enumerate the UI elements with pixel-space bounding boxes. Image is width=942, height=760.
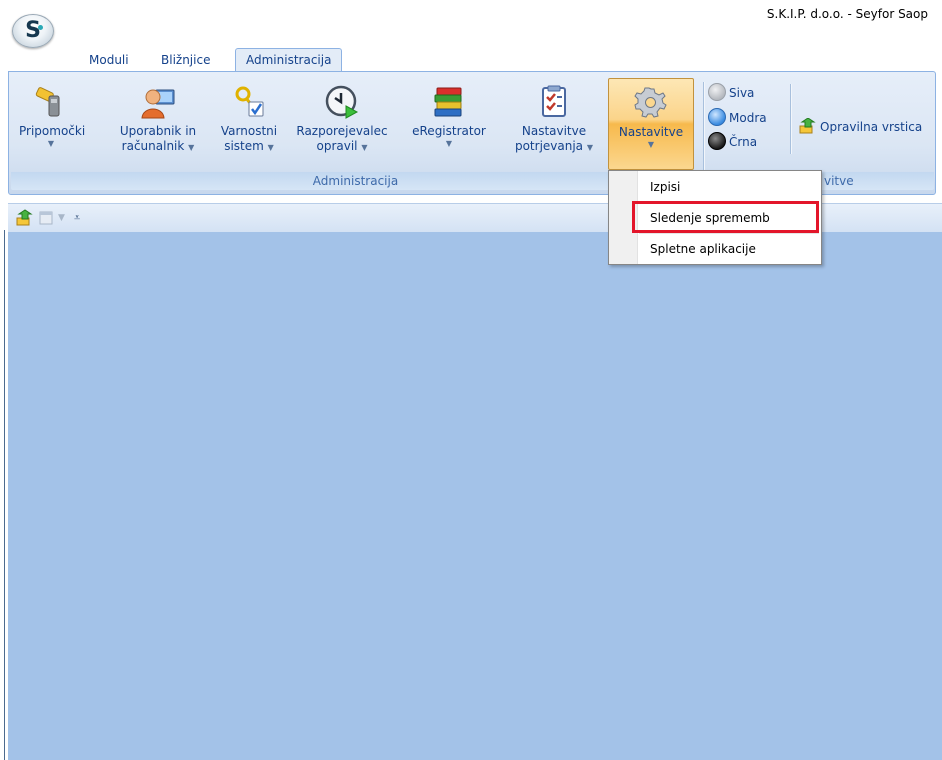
theme-modra-label: Modra bbox=[729, 111, 767, 125]
nastavitve-label: Nastavitve bbox=[618, 125, 684, 139]
application-menu-button[interactable]: S bbox=[12, 14, 54, 48]
workspace-area bbox=[8, 232, 942, 760]
chevron-down-icon: ▼ bbox=[188, 143, 195, 152]
gray-circle-icon bbox=[708, 83, 726, 101]
razporejevalec-opravil-button[interactable]: Razporejevalec opravil ▼ bbox=[294, 78, 390, 170]
nastavitve-potrjevanja-label-line1: Nastavitve bbox=[521, 124, 587, 138]
chevron-down-icon: ▼ bbox=[647, 140, 655, 149]
nastavitve-button[interactable]: Nastavitve ▼ bbox=[608, 78, 694, 170]
varnostni-sistem-button[interactable]: Varnostni sistem ▼ bbox=[216, 78, 282, 170]
gear-icon bbox=[634, 87, 667, 118]
window-icon[interactable] bbox=[38, 209, 54, 227]
razporejevalec-label-line2: opravil bbox=[316, 139, 358, 153]
window-title: S.K.I.P. d.o.o. - Seyfor Saop bbox=[766, 7, 928, 21]
nastavitve-potrjevanja-button[interactable]: Nastavitve potrjevanja ▼ bbox=[511, 78, 597, 170]
menu-separator bbox=[639, 233, 819, 234]
chevron-down-icon: ▼ bbox=[361, 143, 368, 152]
tab-moduli[interactable]: Moduli bbox=[79, 50, 139, 70]
app-logo-letter: S bbox=[25, 18, 41, 43]
chevron-down-icon: ▼ bbox=[586, 143, 594, 152]
ribbon-tabs: Moduli Bližnjice Administracija bbox=[0, 46, 942, 73]
nastavitve-potrjevanja-label-line2: potrjevanja bbox=[514, 139, 584, 153]
theme-crna-label: Črna bbox=[729, 135, 758, 149]
highlight-box bbox=[632, 201, 819, 233]
uporabnik-in-racunalnik-button[interactable]: Uporabnik in računalnik ▼ bbox=[117, 78, 199, 170]
pripomocki-button[interactable]: Pripomočki ▼ bbox=[19, 78, 86, 170]
varnostni-label-line1: Varnostni bbox=[220, 124, 278, 138]
security-keys-icon bbox=[235, 86, 264, 117]
chevron-down-icon: ▼ bbox=[267, 143, 274, 152]
tab-bliznjice[interactable]: Bližnjice bbox=[151, 50, 220, 70]
chevron-down-icon[interactable]: ▼ bbox=[58, 209, 65, 227]
scheduler-clock-icon bbox=[325, 85, 359, 119]
theme-crna-button[interactable]: Črna bbox=[708, 131, 757, 153]
ribbon-group-label-administracija: Administracija bbox=[11, 172, 700, 190]
blue-circle-icon bbox=[708, 108, 726, 126]
tools-icon bbox=[35, 87, 60, 117]
uporabnik-label-line1: Uporabnik in bbox=[119, 124, 197, 138]
checklist-icon bbox=[542, 85, 566, 117]
black-circle-icon bbox=[708, 132, 726, 150]
taskbar-arrow-icon[interactable] bbox=[16, 209, 34, 227]
pripomocki-label: Pripomočki bbox=[19, 124, 86, 138]
ribbon-group-separator bbox=[703, 82, 704, 178]
chevron-down-icon: ▼ bbox=[445, 139, 453, 148]
user-computer-icon bbox=[141, 89, 175, 119]
customize-toolbar-icon[interactable]: ⩡ bbox=[74, 209, 80, 227]
menu-item-izpisi[interactable]: Izpisi bbox=[650, 174, 680, 200]
chevron-down-icon: ▼ bbox=[47, 139, 55, 148]
ribbon-group-administracija: Pripomočki ▼ Uporabnik in računalnik ▼ V… bbox=[11, 76, 700, 190]
menu-item-spletne-aplikacije[interactable]: Spletne aplikacije bbox=[650, 236, 756, 262]
ribbon-separator bbox=[790, 84, 791, 154]
title-bar: S S.K.I.P. d.o.o. - Seyfor Saop bbox=[0, 0, 942, 48]
theme-modra-button[interactable]: Modra bbox=[708, 107, 767, 129]
opravilna-vrstica-label: Opravilna vrstica bbox=[820, 120, 923, 134]
eregistrator-label: eRegistrator bbox=[412, 124, 486, 138]
varnostni-label-line2: sistem bbox=[224, 139, 264, 153]
theme-siva-button[interactable]: Siva bbox=[708, 82, 754, 104]
books-icon bbox=[434, 87, 462, 117]
window-left-border bbox=[0, 0, 8, 760]
theme-siva-label: Siva bbox=[729, 86, 755, 100]
opravilna-vrstica-button[interactable]: Opravilna vrstica bbox=[799, 116, 922, 138]
uporabnik-label-line2: računalnik bbox=[121, 139, 185, 153]
razporejevalec-label-line1: Razporejevalec bbox=[296, 124, 388, 138]
tab-administracija[interactable]: Administracija bbox=[235, 48, 343, 73]
taskbar-arrow-icon bbox=[799, 117, 816, 134]
eregistrator-button[interactable]: eRegistrator ▼ bbox=[405, 78, 493, 170]
